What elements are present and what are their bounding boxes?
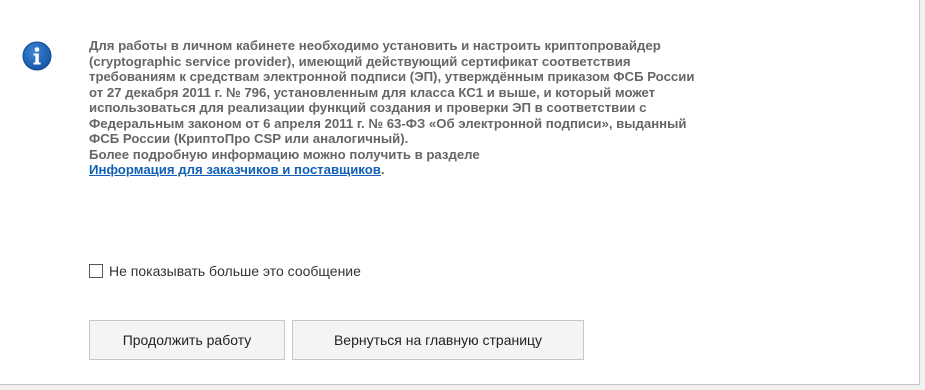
- message-line: (cryptographic service provider), имеющи…: [89, 53, 631, 69]
- link-line: Информация для заказчиков и поставщиков.: [89, 162, 909, 178]
- customers-suppliers-info-link[interactable]: Информация для заказчиков и поставщиков: [89, 162, 381, 177]
- link-period: .: [380, 162, 385, 177]
- dont-show-again-label[interactable]: Не показывать больше это сообщение: [109, 263, 361, 279]
- dont-show-again-checkbox-row[interactable]: Не показывать больше это сообщение: [89, 263, 361, 279]
- info-message: Для работы в личном кабинете необходимо …: [89, 38, 909, 178]
- info-dialog: Для работы в личном кабинете необходимо …: [0, 0, 920, 385]
- message-line: от 27 декабря 2011 г. № 796, установленн…: [89, 84, 656, 100]
- message-line: использоваться для реализации функций со…: [89, 100, 647, 115]
- info-circle-icon: [22, 41, 52, 71]
- message-line: Более подробную информацию можно получит…: [89, 146, 480, 162]
- message-line: ФСБ России (КриптоПро CSP или аналогичны…: [89, 131, 409, 146]
- continue-work-button[interactable]: Продолжить работу: [89, 320, 285, 360]
- message-line: Федеральным законом от 6 апреля 2011 г. …: [89, 115, 687, 131]
- dont-show-again-checkbox[interactable]: [89, 264, 103, 278]
- message-line: Для работы в личном кабинете необходимо …: [89, 38, 661, 53]
- message-line: требованиям к средствам электронной подп…: [89, 69, 695, 84]
- return-home-button[interactable]: Вернуться на главную страницу: [292, 320, 584, 360]
